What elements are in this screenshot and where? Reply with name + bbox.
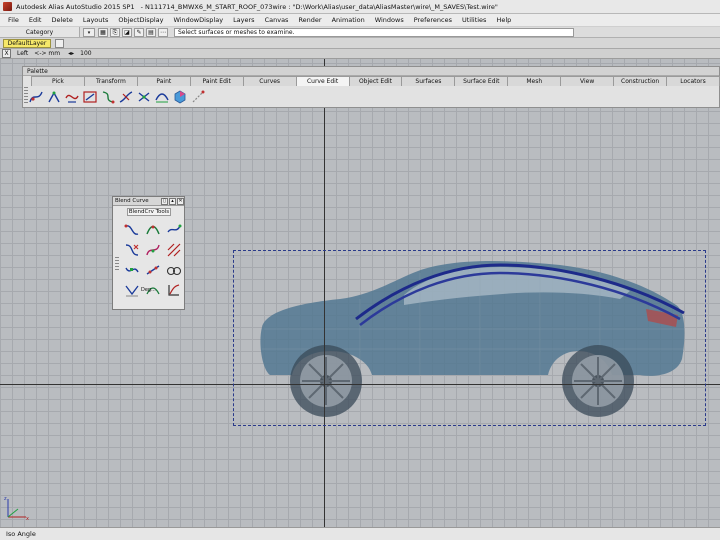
tool-palette: Palette Pick Transform Paint Paint Edit … [22,66,720,108]
blend-remove-tool-icon[interactable] [123,241,141,259]
tab-surface-edit[interactable]: Surface Edit [454,76,509,86]
collapse-icon[interactable]: ▴ [169,197,176,205]
tab-view[interactable]: View [560,76,615,86]
default-layer-button[interactable]: DefaultLayer [3,38,51,48]
tab-construction[interactable]: Construction [613,76,668,86]
palette-tab-strip: Pick Transform Paint Paint Edit Curves C… [23,76,720,86]
blend-toggle-tool-icon[interactable] [123,261,141,279]
shelf-tool-icon-3[interactable]: ◪ [122,27,132,37]
palette-grip-handle[interactable] [24,87,28,105]
svg-text:x: x [26,516,29,521]
blend-direction-tool-icon[interactable] [165,281,183,299]
axis-triad-icon: z x [4,496,29,521]
tab-curves[interactable]: Curves [242,76,297,86]
shelf-tool-icon-4[interactable]: ✎ [134,27,144,37]
tab-pick[interactable]: Pick [31,76,85,86]
curve-edit-tools [29,88,209,106]
blend-window-titlebar[interactable]: Blend Curve ▯ ▴ ✕ [113,197,184,206]
shelf-tool-icon-5[interactable]: ▤ [146,27,156,37]
blend-window-grip[interactable] [115,257,119,271]
shelf-tool-icon-2[interactable]: ⎘ [110,27,120,37]
document-path: - N111714_BMWX6_M_START_ROOF_073wire : "… [140,2,498,11]
blend-degree-tool-icon[interactable] [165,261,183,279]
modeling-viewport[interactable] [0,59,720,527]
close-view-icon[interactable]: X [2,49,11,58]
layer-bar: DefaultLayer [0,38,720,49]
curve-tool-icon-10[interactable] [191,90,205,104]
menu-layouts[interactable]: Layouts [78,16,113,24]
blend-insert-tool-icon[interactable] [165,221,183,239]
curve-tool-icon-8[interactable] [155,90,169,104]
selection-bounding-box [233,250,706,426]
curve-tool-icon-7[interactable] [137,90,151,104]
shelf-dropdown-icon[interactable]: ▾ [83,27,95,37]
viewport-header: X Left <-> mm ◂▸ 100 [0,49,720,59]
menu-objectdisplay[interactable]: ObjectDisplay [113,16,168,24]
app-title: Autodesk Alias AutoStudio 2015 SP1 [16,2,135,11]
curve-tool-icon-1[interactable] [29,90,43,104]
blend-create-tool-icon[interactable] [123,221,141,239]
curve-tool-icon-2[interactable] [47,90,61,104]
curve-tool-icon-4[interactable] [83,90,97,104]
tab-blendcrv-tools[interactable]: BlendCrv Tools [127,208,171,216]
tab-paint[interactable]: Paint [136,76,191,86]
menu-windows[interactable]: Windows [370,16,409,24]
blend-lock-tool-icon[interactable] [144,261,162,279]
blend-attach-tool-icon[interactable] [144,241,162,259]
alias-app-icon [3,2,12,11]
menu-canvas[interactable]: Canvas [260,16,294,24]
tab-curve-edit[interactable]: Curve Edit [295,76,350,86]
curve-tool-icon-6[interactable] [119,90,133,104]
window-titlebar: Autodesk Alias AutoStudio 2015 SP1 - N11… [0,0,720,14]
menu-render[interactable]: Render [293,16,326,24]
menu-edit[interactable]: Edit [24,16,47,24]
blend-tool-caption: Deg... [141,287,156,293]
curve-tool-icon-5[interactable] [101,90,115,104]
blend-detach-tool-icon[interactable] [165,241,183,259]
menu-windowdisplay[interactable]: WindowDisplay [168,16,228,24]
tab-object-edit[interactable]: Object Edit [348,76,403,86]
blend-edit-tool-icon[interactable] [144,221,162,239]
menu-help[interactable]: Help [491,16,516,24]
shelf-bar: Category ▾ ▦ ⎘ ◪ ✎ ▤ ⋯ Select surfaces o… [0,27,720,38]
menu-bar: File Edit Delete Layouts ObjectDisplay W… [0,14,720,27]
menu-preferences[interactable]: Preferences [409,16,457,24]
view-name: Left [17,50,29,57]
palette-title: Palette [23,67,719,76]
curve-tool-icon-9[interactable] [173,90,187,104]
blend-geometry-tool-icon[interactable] [123,281,141,299]
prompt-line: Select surfaces or meshes to examine. [174,27,574,37]
pin-icon[interactable]: ▯ [161,197,168,205]
category-selector[interactable]: Category [0,27,80,37]
view-units: <-> mm [34,50,61,57]
tab-mesh[interactable]: Mesh [507,76,562,86]
tab-surfaces[interactable]: Surfaces [401,76,456,86]
prompt-menu-icon[interactable]: ⋯ [158,27,168,37]
tab-transform[interactable]: Transform [83,76,138,86]
menu-utilities[interactable]: Utilities [457,16,491,24]
tab-locators[interactable]: Locators [666,76,720,86]
svg-text:z: z [4,496,7,502]
curve-tool-icon-3[interactable] [65,90,79,104]
menu-layers[interactable]: Layers [228,16,260,24]
blend-curve-window: Blend Curve ▯ ▴ ✕ BlendCrv Tools Deg... [112,196,185,310]
close-icon[interactable]: ✕ [177,197,184,205]
status-bar: Iso Angle [0,527,720,540]
layer-visibility-toggle[interactable] [55,38,64,48]
view-zoom[interactable]: 100 [80,50,91,57]
blend-window-title: Blend Curve [115,198,149,204]
menu-animation[interactable]: Animation [327,16,370,24]
menu-file[interactable]: File [3,16,24,24]
zoom-arrows-icon[interactable]: ◂▸ [68,50,74,57]
shelf-tool-icon-1[interactable]: ▦ [98,27,108,37]
tab-paint-edit[interactable]: Paint Edit [189,76,244,86]
menu-delete[interactable]: Delete [46,16,77,24]
